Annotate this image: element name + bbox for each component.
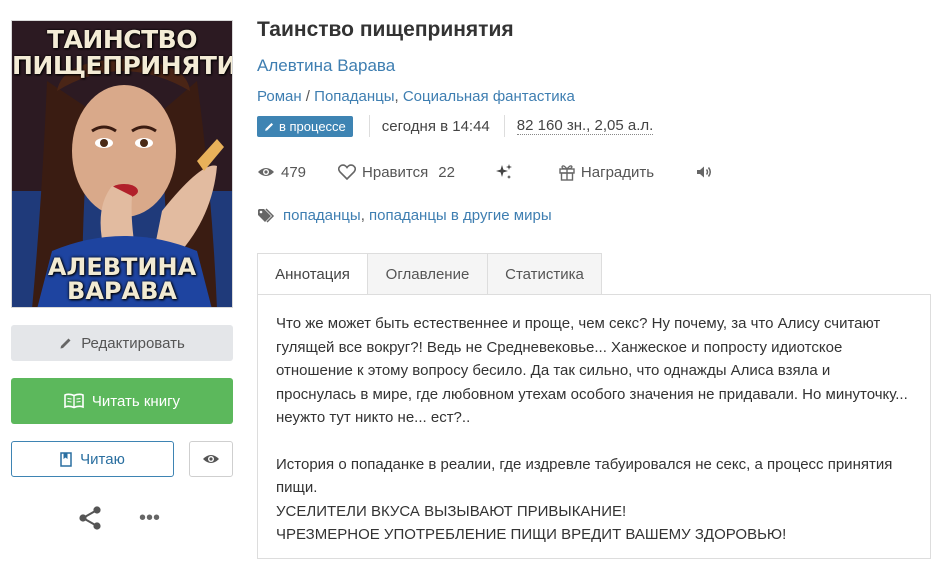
book-meta-row: в процессе сегодня в 14:44 82 160 зн., 2… (257, 114, 654, 138)
share-icon[interactable] (77, 505, 103, 531)
status-badge: в процессе (257, 115, 353, 137)
book-title: Таинство пищепринятия (257, 18, 514, 41)
gift-icon (559, 164, 575, 181)
bookmark-book-icon (60, 451, 72, 467)
sparkles-icon (495, 164, 512, 179)
pencil-icon (60, 338, 71, 349)
book-cover[interactable]: ТАИНСТВО ПИЩЕПРИНЯТИЯ АЛЕВТИНА ВАРАВА (11, 20, 233, 308)
heart-icon (338, 164, 357, 180)
like-label: Нравится (362, 163, 429, 181)
cover-author: АЛЕВТИНА ВАРАВА (47, 253, 197, 305)
tab-annotation[interactable]: Аннотация (257, 253, 368, 295)
edit-button-label: Редактировать (81, 334, 185, 352)
likes-count: 22 (438, 163, 455, 181)
tab-statistics[interactable]: Статистика (488, 253, 602, 295)
genre-link[interactable]: Социальная фантастика (403, 88, 575, 105)
reading-status-label: Читаю (80, 450, 125, 468)
status-badge-label: в процессе (279, 118, 346, 134)
more-options-button[interactable]: ••• (139, 508, 165, 528)
book-tabs: Аннотация Оглавление Статистика (257, 253, 602, 295)
read-book-button[interactable]: Читать книгу (11, 378, 233, 424)
divider (368, 115, 370, 137)
reward-label: Наградить (580, 163, 655, 181)
genre-separator: / (301, 88, 315, 105)
tags-icon (258, 207, 275, 223)
tag-link[interactable]: попаданцы в другие миры (369, 207, 552, 224)
speaker-icon (697, 166, 712, 178)
genre-link[interactable]: Попаданцы (314, 88, 394, 105)
tag-separator: , (360, 207, 370, 224)
read-book-label: Читать книгу (91, 392, 181, 410)
genre-separator: , (394, 88, 403, 105)
edit-button[interactable]: Редактировать (11, 325, 233, 361)
audio-button[interactable] (696, 165, 713, 179)
author-link[interactable]: Алевтина Варава (257, 56, 395, 76)
reward-button[interactable]: Наградить (559, 164, 654, 181)
divider (503, 115, 505, 137)
annotation-paragraph: История о попаданке в реалии, где издрев… (276, 455, 893, 497)
open-book-icon (64, 393, 84, 409)
stats-row: 479 Нравится 22 Наградить (257, 160, 713, 184)
eye-icon (203, 455, 219, 463)
tag-link[interactable]: попаданцы (283, 207, 361, 224)
tag-list: попаданцы, попаданцы в другие миры (257, 207, 552, 224)
annotation-paragraph: Что же может быть естественнее и проще, … (276, 315, 908, 426)
updated-time: сегодня в 14:44 (381, 117, 490, 135)
views-stat: 479 (257, 164, 306, 181)
cover-title: ТАИНСТВО ПИЩЕПРИНЯТИЯ (12, 25, 233, 80)
like-button[interactable]: Нравится 22 (338, 164, 455, 181)
reading-status-button[interactable]: Читаю (11, 441, 174, 477)
annotation-warning: ЧРЕЗМЕРНОЕ УПОТРЕБЛЕНИЕ ПИЩИ ВРЕДИТ ВАШЕ… (276, 526, 787, 543)
annotation-warning: УСЕЛИТЕЛИ ВКУСА ВЫЗЫВАЮТ ПРИВЫКАНИЕ! (276, 502, 627, 520)
sparkles-button[interactable] (495, 163, 513, 181)
book-size[interactable]: 82 160 зн., 2,05 а.л. (516, 117, 654, 135)
watch-button[interactable] (189, 441, 233, 477)
annotation-panel: Что же может быть естественнее и проще, … (257, 294, 931, 559)
views-count: 479 (281, 163, 307, 181)
pencil-icon (265, 122, 274, 131)
genre-list: Роман / Попаданцы, Социальная фантастика (257, 88, 575, 105)
tab-contents[interactable]: Оглавление (368, 253, 488, 295)
eye-icon (258, 168, 274, 176)
genre-link[interactable]: Роман (257, 88, 302, 105)
